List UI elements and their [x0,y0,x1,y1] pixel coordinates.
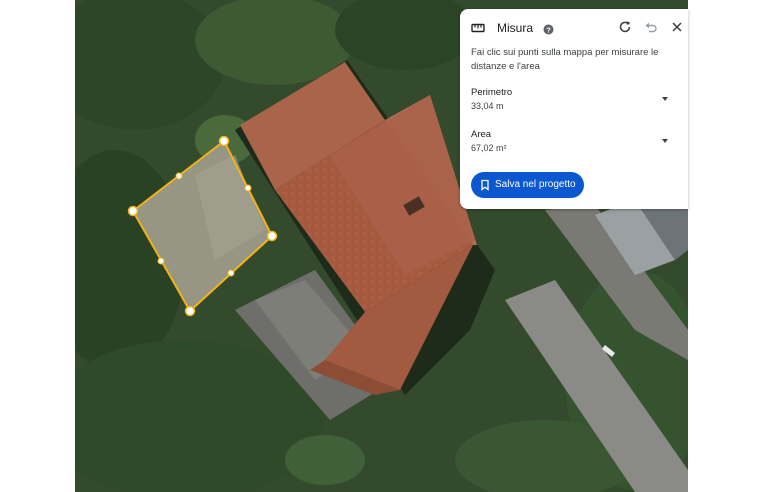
dropdown-arrow-icon[interactable] [660,137,670,145]
close-icon [672,22,682,32]
perimeter-row[interactable]: Perimetro 33,04 m [460,86,688,116]
ruler-icon [471,21,485,35]
area-label: Area [471,129,492,140]
perimeter-value: 33,04 m [471,101,504,111]
midpoint-handle[interactable] [244,184,252,192]
area-row[interactable]: Area 67,02 m² [460,128,688,158]
reset-button[interactable] [616,18,634,36]
panel-title: Misura [497,21,534,35]
save-to-project-button[interactable]: Salva nel progetto [471,172,584,198]
bookmark-icon [481,179,489,191]
vertex-handle[interactable] [266,230,278,242]
vertex-handle[interactable] [127,205,139,217]
midpoint-handle[interactable] [175,172,183,180]
undo-button[interactable] [642,18,660,36]
svg-text:?: ? [546,25,551,34]
vertex-handle[interactable] [184,305,196,317]
save-button-label: Salva nel progetto [495,179,576,190]
close-button[interactable] [668,18,686,36]
measure-panel: Misura ? Fai clic sui punti sulla mappa … [460,9,688,209]
area-value: 67,02 m² [471,143,507,153]
dropdown-arrow-icon[interactable] [660,95,670,103]
panel-header: Misura ? [460,9,688,47]
help-icon[interactable]: ? [543,22,554,35]
refresh-icon [619,21,631,33]
midpoint-handle[interactable] [227,269,235,277]
undo-icon [645,22,657,33]
midpoint-handle[interactable] [157,257,165,265]
vertex-handle[interactable] [218,135,230,147]
instructions-text: Fai clic sui punti sulla mappa per misur… [471,47,659,72]
perimeter-label: Perimetro [471,87,513,98]
